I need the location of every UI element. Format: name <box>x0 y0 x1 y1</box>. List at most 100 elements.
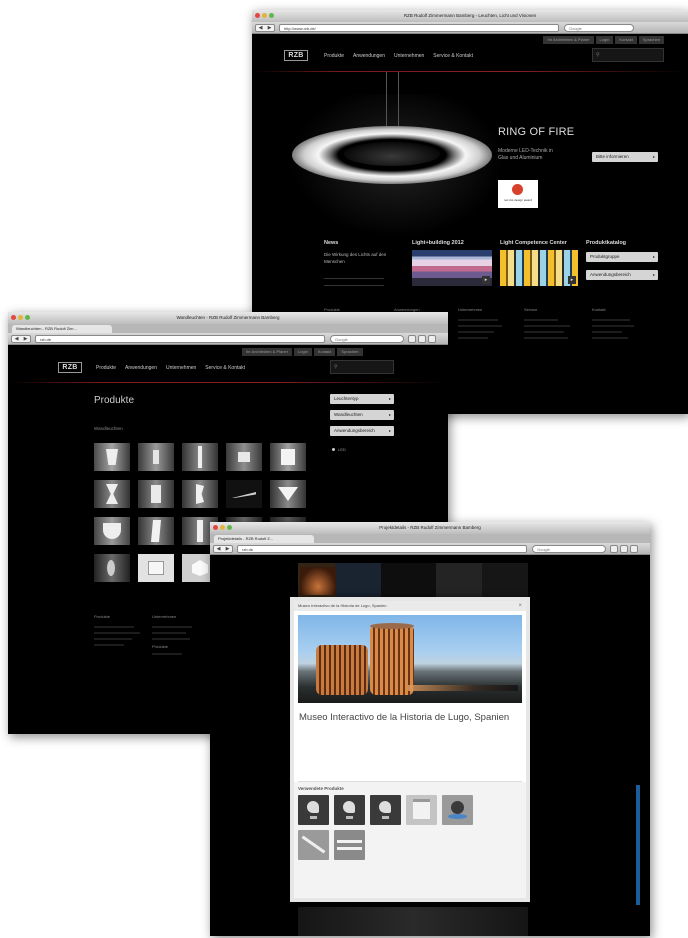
header-divider <box>252 71 688 72</box>
modal-close-icon[interactable]: × <box>518 601 522 611</box>
minimize-icon[interactable] <box>262 13 267 18</box>
window-controls[interactable] <box>213 525 232 530</box>
menu-item-unternehmen[interactable]: Unternehmen <box>166 365 196 371</box>
forward-icon[interactable]: ▶ <box>268 25 272 31</box>
nav-buttons[interactable]: ◀ ▶ <box>11 335 31 343</box>
product-tile[interactable] <box>138 480 174 508</box>
project-browser-window: Projektdetails - RZB Rudolf Zimmermann B… <box>210 522 650 936</box>
hero-info-button[interactable]: Bitte informieren <box>592 152 658 162</box>
product-tile[interactable] <box>226 443 262 471</box>
bookmark-icon[interactable] <box>408 335 416 343</box>
competence-center-image[interactable] <box>500 250 578 286</box>
product-tile[interactable] <box>138 517 174 545</box>
page-menu-icon[interactable] <box>418 335 426 343</box>
product-tile[interactable] <box>94 517 130 545</box>
page-menu-icon[interactable] <box>620 545 628 553</box>
nav-buttons[interactable]: ◀ ▶ <box>213 545 233 553</box>
product-tile[interactable] <box>182 480 218 508</box>
zoom-icon[interactable] <box>269 13 274 18</box>
browser-toolbar: ◀ ▶ rzb.de Google <box>8 333 448 345</box>
anwendungsbereich-select[interactable]: Anwendungsbereich <box>586 270 658 280</box>
nav-buttons[interactable]: ◀ ▶ <box>255 24 275 32</box>
util-link[interactable]: Sprachen <box>337 348 363 356</box>
site-search-input[interactable]: ⚲ <box>592 48 664 62</box>
zoom-icon[interactable] <box>227 525 232 530</box>
rzb-logo[interactable]: RZB <box>58 362 82 373</box>
footer-links-placeholder <box>592 331 622 333</box>
footer-links-placeholder <box>94 638 132 640</box>
tower-right-top <box>370 623 414 629</box>
used-products-area: Verwendete Produkte <box>294 782 526 898</box>
forward-icon[interactable]: ▶ <box>226 546 230 552</box>
product-thumb[interactable] <box>298 830 329 860</box>
menu-item-produkte[interactable]: Produkte <box>324 53 344 59</box>
browser-tab[interactable]: Projektdetails - RZB Rudolf Z... <box>214 535 314 543</box>
filter-anwendungsbereich[interactable]: Anwendungsbereich <box>330 426 394 436</box>
led-radio[interactable]: LED <box>332 447 346 452</box>
product-thumb[interactable] <box>298 795 329 825</box>
menu-item-anwendungen[interactable]: Anwendungen <box>125 365 157 371</box>
menu-item-service[interactable]: Service & Kontakt <box>205 365 245 371</box>
util-link[interactable]: Ihr Architekten & Planer <box>543 36 594 44</box>
window-controls[interactable] <box>255 13 274 18</box>
util-link[interactable]: Kontakt <box>313 348 336 356</box>
menu-item-produkte[interactable]: Produkte <box>96 365 116 371</box>
product-tile[interactable] <box>94 443 130 471</box>
menu-item-anwendungen[interactable]: Anwendungen <box>353 53 385 59</box>
competence-arrow-icon[interactable]: ▸ <box>568 276 576 284</box>
util-link[interactable]: Login <box>294 348 312 356</box>
filter-wandleuchten[interactable]: Wandleuchten <box>330 410 394 420</box>
menu-item-unternehmen[interactable]: Unternehmen <box>394 53 424 59</box>
util-link[interactable]: Login <box>595 36 614 44</box>
product-thumb[interactable] <box>406 795 437 825</box>
forward-icon[interactable]: ▶ <box>24 336 28 342</box>
browser-tab[interactable]: Wandleuchten - RZB Rudolf Zim... <box>12 325 112 333</box>
google-search-field[interactable]: Google <box>564 24 634 32</box>
bookmark-icon[interactable] <box>610 545 618 553</box>
product-tile[interactable] <box>94 480 130 508</box>
product-shape <box>148 561 164 575</box>
google-search-field[interactable]: Google <box>330 335 404 343</box>
rzb-logo[interactable]: RZB <box>284 50 308 61</box>
settings-icon[interactable] <box>428 335 436 343</box>
close-icon[interactable] <box>213 525 218 530</box>
zoom-icon[interactable] <box>25 315 30 320</box>
back-icon[interactable]: ◀ <box>217 546 221 552</box>
product-tile[interactable] <box>138 443 174 471</box>
minimize-icon[interactable] <box>220 525 225 530</box>
address-bar[interactable]: http://www.rzb.de/ <box>279 24 559 32</box>
teaser-news-text[interactable]: Die Wirkung des Lichts auf den Menschen <box>324 251 398 265</box>
product-tile[interactable] <box>226 480 262 508</box>
minimize-icon[interactable] <box>18 315 23 320</box>
util-link[interactable]: Ihr Architekten & Planer <box>242 348 293 356</box>
product-tile[interactable] <box>182 443 218 471</box>
lightbuilding-arrow-icon[interactable]: ▸ <box>482 276 490 284</box>
util-link[interactable]: Sprachen <box>638 36 664 44</box>
product-shape <box>343 801 355 813</box>
close-icon[interactable] <box>255 13 260 18</box>
util-link[interactable]: Kontakt <box>615 36 637 44</box>
product-tile[interactable] <box>94 554 130 582</box>
product-tile[interactable] <box>270 480 306 508</box>
product-thumb[interactable] <box>334 830 365 860</box>
lightbuilding-image[interactable] <box>412 250 492 286</box>
address-bar[interactable]: rzb.de <box>237 545 527 553</box>
back-icon[interactable]: ◀ <box>15 336 19 342</box>
google-search-field[interactable]: Google <box>532 545 606 553</box>
product-tile[interactable] <box>270 443 306 471</box>
product-tile[interactable] <box>138 554 174 582</box>
settings-icon[interactable] <box>630 545 638 553</box>
close-icon[interactable] <box>11 315 16 320</box>
window-controls[interactable] <box>11 315 30 320</box>
teaser-news-sub <box>324 278 384 286</box>
product-thumb[interactable] <box>442 795 473 825</box>
address-bar[interactable]: rzb.de <box>35 335 325 343</box>
product-tag <box>310 816 317 819</box>
product-thumb[interactable] <box>370 795 401 825</box>
menu-item-service[interactable]: Service & Kontakt <box>433 53 473 59</box>
produktgruppe-select[interactable]: Produktgruppe <box>586 252 658 262</box>
filter-leuchtentyp[interactable]: Leuchtentyp <box>330 394 394 404</box>
site-search-input[interactable]: ⚲ <box>330 360 394 374</box>
product-thumb[interactable] <box>334 795 365 825</box>
back-icon[interactable]: ◀ <box>259 25 263 31</box>
